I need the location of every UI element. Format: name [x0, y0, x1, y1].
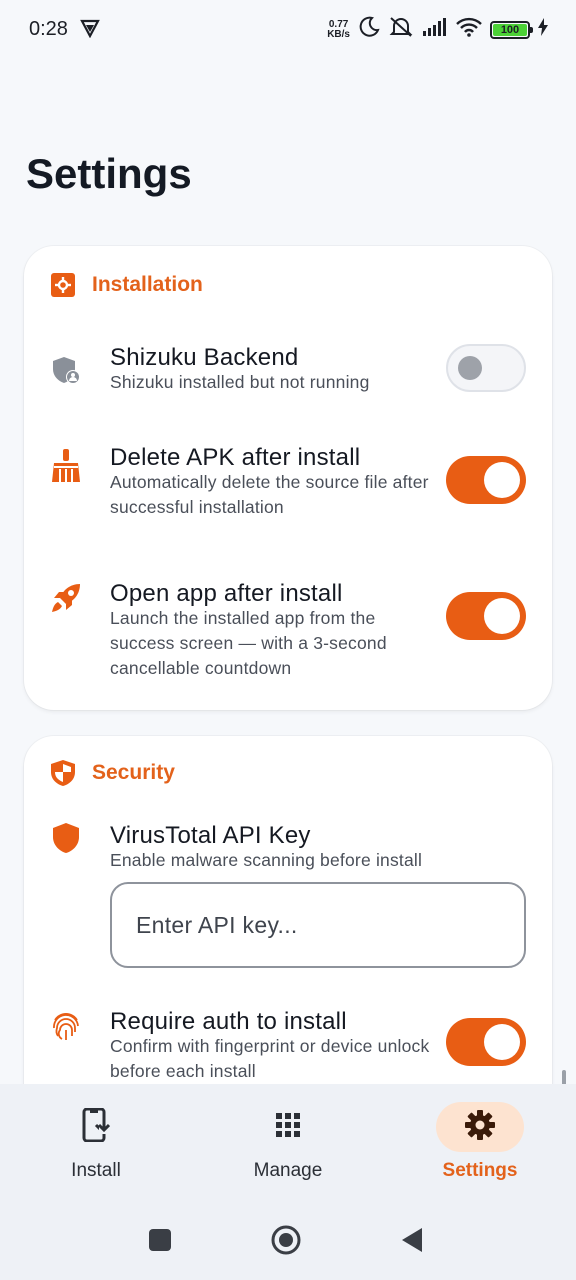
shield-half-icon	[50, 760, 76, 786]
settings-box-icon	[50, 272, 76, 298]
recents-button[interactable]	[144, 1224, 176, 1256]
toggle-knob	[484, 598, 520, 634]
nav-manage-pill	[244, 1102, 332, 1152]
net-speed-value: 0.77	[328, 18, 349, 30]
shizuku-toggle[interactable]	[446, 344, 526, 392]
nav-settings[interactable]: Settings	[384, 1084, 576, 1196]
status-icons: 0.77 KB/s 100	[327, 16, 548, 43]
nav-install-label: Install	[71, 1160, 121, 1181]
vpn-icon	[80, 18, 100, 43]
require-auth-title: Require auth to install	[110, 1008, 347, 1035]
installation-header: Installation	[50, 272, 203, 298]
charging-icon	[538, 18, 548, 41]
virustotal-subtitle: Enable malware scanning before install	[110, 850, 423, 870]
installation-title: Installation	[92, 273, 203, 296]
shield-icon	[50, 822, 82, 854]
nav-install[interactable]: Install	[0, 1084, 192, 1196]
api-key-input[interactable]	[110, 882, 526, 968]
rocket-icon	[50, 582, 82, 614]
phone-download-icon	[82, 1107, 111, 1147]
setting-shizuku-backend[interactable]: Shizuku Backend Shizuku installed but no…	[24, 342, 552, 406]
toggle-knob	[484, 462, 520, 498]
battery-level: 100	[493, 23, 527, 36]
nav-settings-pill	[436, 1102, 524, 1152]
virustotal-title: VirusTotal API Key	[110, 822, 311, 849]
security-title: Security	[92, 761, 175, 784]
nav-manage[interactable]: Manage	[192, 1084, 384, 1196]
signal-icon	[422, 17, 448, 42]
shield-person-icon	[50, 354, 82, 386]
nav-manage-label: Manage	[253, 1160, 323, 1181]
gear-icon	[464, 1109, 496, 1146]
moon-icon	[358, 16, 380, 43]
status-bar: 0:28 0.77 KB/s 100	[0, 0, 576, 58]
net-speed-unit: KB/s	[327, 28, 350, 40]
installation-card: Installation Shizuku Backend Shizuku ins…	[24, 246, 552, 710]
nav-install-pill	[52, 1102, 140, 1152]
toggle-knob	[484, 1024, 520, 1060]
broom-icon	[50, 449, 82, 482]
grid-icon	[275, 1112, 301, 1143]
delete-apk-subtitle: Automatically delete the source file aft…	[110, 472, 429, 517]
status-time: 0:28	[29, 18, 68, 40]
delete-apk-title: Delete APK after install	[110, 444, 361, 471]
open-app-subtitle: Launch the installed app from the succes…	[110, 608, 387, 678]
battery-icon: 100	[490, 20, 533, 39]
nav-settings-label: Settings	[442, 1160, 518, 1181]
system-navigation	[0, 1196, 576, 1280]
fingerprint-icon	[50, 1010, 82, 1042]
require-auth-subtitle: Confirm with fingerprint or device unloc…	[110, 1036, 430, 1081]
open-app-title: Open app after install	[110, 580, 343, 607]
setting-open-app[interactable]: Open app after install Launch the instal…	[24, 578, 552, 688]
settings-screen: 0:28 0.77 KB/s 100 Settings Installation…	[0, 0, 576, 1280]
page-title: Settings	[26, 150, 192, 197]
require-auth-toggle[interactable]	[446, 1018, 526, 1066]
setting-virustotal: VirusTotal API Key Enable malware scanni…	[24, 820, 552, 970]
open-app-toggle[interactable]	[446, 592, 526, 640]
home-button[interactable]	[270, 1224, 302, 1256]
shizuku-title: Shizuku Backend	[110, 344, 299, 371]
back-button[interactable]	[396, 1224, 428, 1256]
shizuku-subtitle: Shizuku installed but not running	[110, 372, 370, 392]
setting-require-auth[interactable]: Require auth to install Confirm with fin…	[24, 1006, 552, 1096]
toggle-knob	[458, 356, 482, 380]
delete-apk-toggle[interactable]	[446, 456, 526, 504]
setting-delete-apk[interactable]: Delete APK after install Automatically d…	[24, 442, 552, 532]
security-header: Security	[50, 760, 175, 786]
net-speed: 0.77 KB/s	[327, 18, 350, 40]
mute-icon	[388, 16, 414, 43]
bottom-navigation: Install Manage Settings	[0, 1084, 576, 1196]
wifi-icon	[456, 17, 482, 42]
